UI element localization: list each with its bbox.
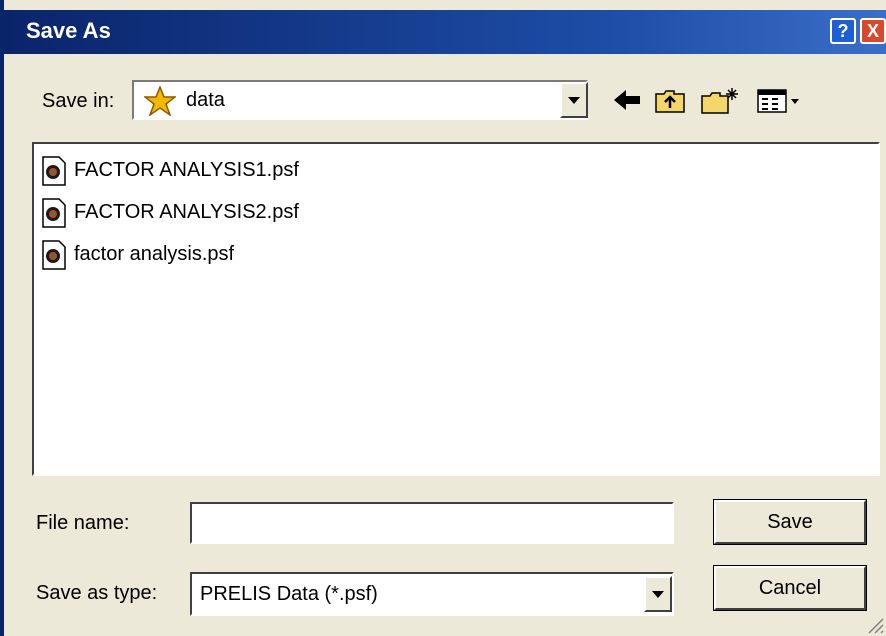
save-as-dialog: Save As ? X Save in: data FACTOR ANALYSI… bbox=[0, 0, 886, 636]
save-button[interactable]: Save bbox=[713, 499, 867, 545]
up-folder-icon[interactable] bbox=[654, 86, 686, 114]
file-list[interactable]: FACTOR ANALYSIS1.psf FACTOR ANALYSIS2.ps… bbox=[32, 142, 880, 476]
save-as-type-dropdown-button[interactable] bbox=[644, 576, 672, 612]
close-button[interactable]: X bbox=[860, 18, 886, 44]
save-in-dropdown-button[interactable] bbox=[560, 82, 588, 118]
title-bar[interactable]: Save As ? X bbox=[4, 10, 886, 54]
save-as-type-select[interactable]: PRELIS Data (*.psf) bbox=[190, 572, 674, 616]
save-in-label: Save in: bbox=[42, 90, 115, 112]
dialog-title: Save As bbox=[26, 18, 111, 43]
save-in-combobox[interactable]: data bbox=[132, 80, 588, 120]
file-name-input[interactable] bbox=[190, 502, 674, 544]
chevron-down-icon bbox=[652, 591, 664, 598]
file-name: FACTOR ANALYSIS2.psf bbox=[74, 201, 299, 223]
chevron-down-icon bbox=[568, 97, 580, 104]
resize-grip-icon[interactable] bbox=[866, 616, 884, 634]
star-folder-icon bbox=[144, 86, 176, 116]
new-folder-icon[interactable] bbox=[700, 86, 740, 114]
view-menu-icon[interactable] bbox=[756, 86, 802, 114]
psf-file-icon bbox=[42, 156, 66, 186]
close-icon: X bbox=[866, 21, 879, 41]
question-icon: ? bbox=[837, 21, 849, 41]
psf-file-icon bbox=[42, 240, 66, 270]
save-as-type-value: PRELIS Data (*.psf) bbox=[200, 583, 378, 605]
help-button[interactable]: ? bbox=[830, 18, 856, 44]
save-in-value: data bbox=[186, 89, 225, 111]
psf-file-icon bbox=[42, 198, 66, 228]
file-name: FACTOR ANALYSIS1.psf bbox=[74, 159, 299, 181]
back-arrow-icon[interactable] bbox=[612, 86, 642, 114]
cancel-button[interactable]: Cancel bbox=[713, 565, 867, 611]
file-name-label: File name: bbox=[36, 512, 130, 534]
save-as-type-label: Save as type: bbox=[36, 582, 158, 604]
file-name: factor analysis.psf bbox=[74, 243, 235, 265]
